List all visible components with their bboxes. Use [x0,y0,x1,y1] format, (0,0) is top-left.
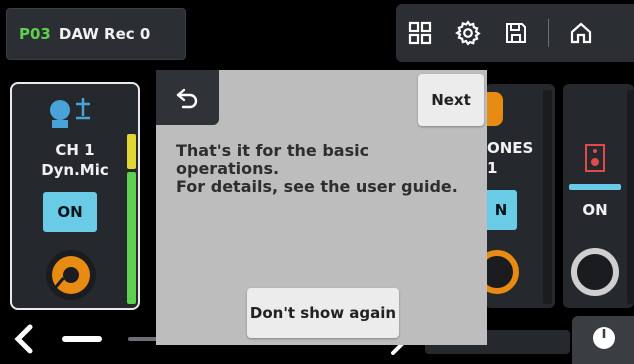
speaker-icon [585,144,605,176]
preset-number: P03 [19,25,51,43]
toolbar-divider [548,19,549,47]
level-knob[interactable] [571,248,619,296]
mic-icon [46,94,96,134]
gear-icon[interactable] [444,4,492,62]
scroll-track [128,337,158,341]
message-line: That's it for the basic [176,141,370,160]
back-arrow-icon [176,88,197,108]
on-label[interactable]: ON [563,200,627,220]
channel-strip-phones[interactable]: ONES 1 N [475,84,555,308]
level-meter-green [127,172,136,304]
message-line: For details, see the user guide. [176,177,458,196]
tutorial-dialog: Next That's it for the basic operations.… [156,70,487,345]
home-icon[interactable] [557,4,605,62]
top-toolbar [396,4,634,62]
preset-name: DAW Rec 0 [58,25,151,43]
gain-knob[interactable] [46,250,96,300]
message-line: operations. [176,159,280,178]
preset-selector[interactable]: P03 DAW Rec 0 [6,8,186,60]
scroll-left-button[interactable] [12,324,38,358]
on-indicator-bar [569,184,621,190]
channel-input-type: Dyn.Mic [41,161,109,179]
back-button[interactable] [156,70,219,125]
channel-number: 1 [487,159,498,177]
on-button[interactable]: ON [43,192,97,232]
scroll-indicator[interactable] [62,336,102,342]
dialog-message: That's it for the basic operations. For … [176,142,476,196]
channel-strip-speaker[interactable]: ON [563,84,634,308]
headphones-icon [485,92,503,126]
channel-strip-ch1[interactable]: CH 1 Dyn.Mic ON [10,82,140,310]
level-meter-yellow [127,134,136,169]
channel-name: ONES [487,139,534,157]
level-meter [543,90,552,304]
save-icon[interactable] [492,4,540,62]
on-button[interactable]: N [485,190,517,230]
level-meter [627,90,634,304]
meter-view-button[interactable] [572,316,634,364]
dont-show-again-button[interactable]: Don't show again [247,288,399,338]
channel-name: CH 1 [55,141,95,159]
grid-icon[interactable] [396,4,444,62]
next-button[interactable]: Next [418,74,484,126]
